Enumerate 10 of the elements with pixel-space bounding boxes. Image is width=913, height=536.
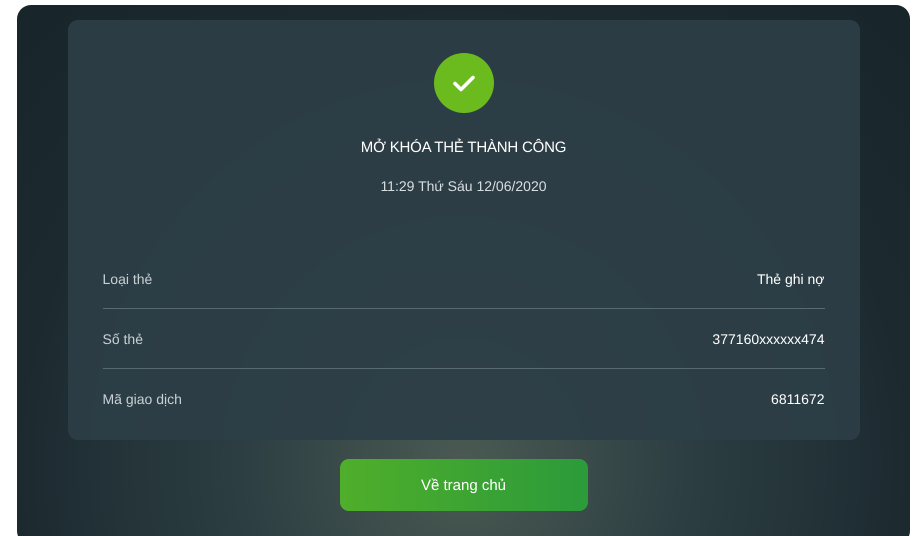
home-button[interactable]: Về trang chủ <box>340 459 588 511</box>
detail-label: Mã giao dịch <box>102 390 182 406</box>
detail-label: Loại thẻ <box>102 270 152 286</box>
result-title: MỞ KHÓA THẺ THÀNH CÔNG <box>360 139 566 156</box>
detail-value: 377160xxxxxx474 <box>712 330 824 346</box>
check-icon <box>434 53 494 113</box>
detail-value: Thẻ ghi nợ <box>756 270 824 286</box>
transaction-time: 11:29 Thứ Sáu 12/06/2020 <box>380 178 547 194</box>
detail-value: 6811672 <box>771 390 824 406</box>
detail-label: Số thẻ <box>102 330 143 346</box>
